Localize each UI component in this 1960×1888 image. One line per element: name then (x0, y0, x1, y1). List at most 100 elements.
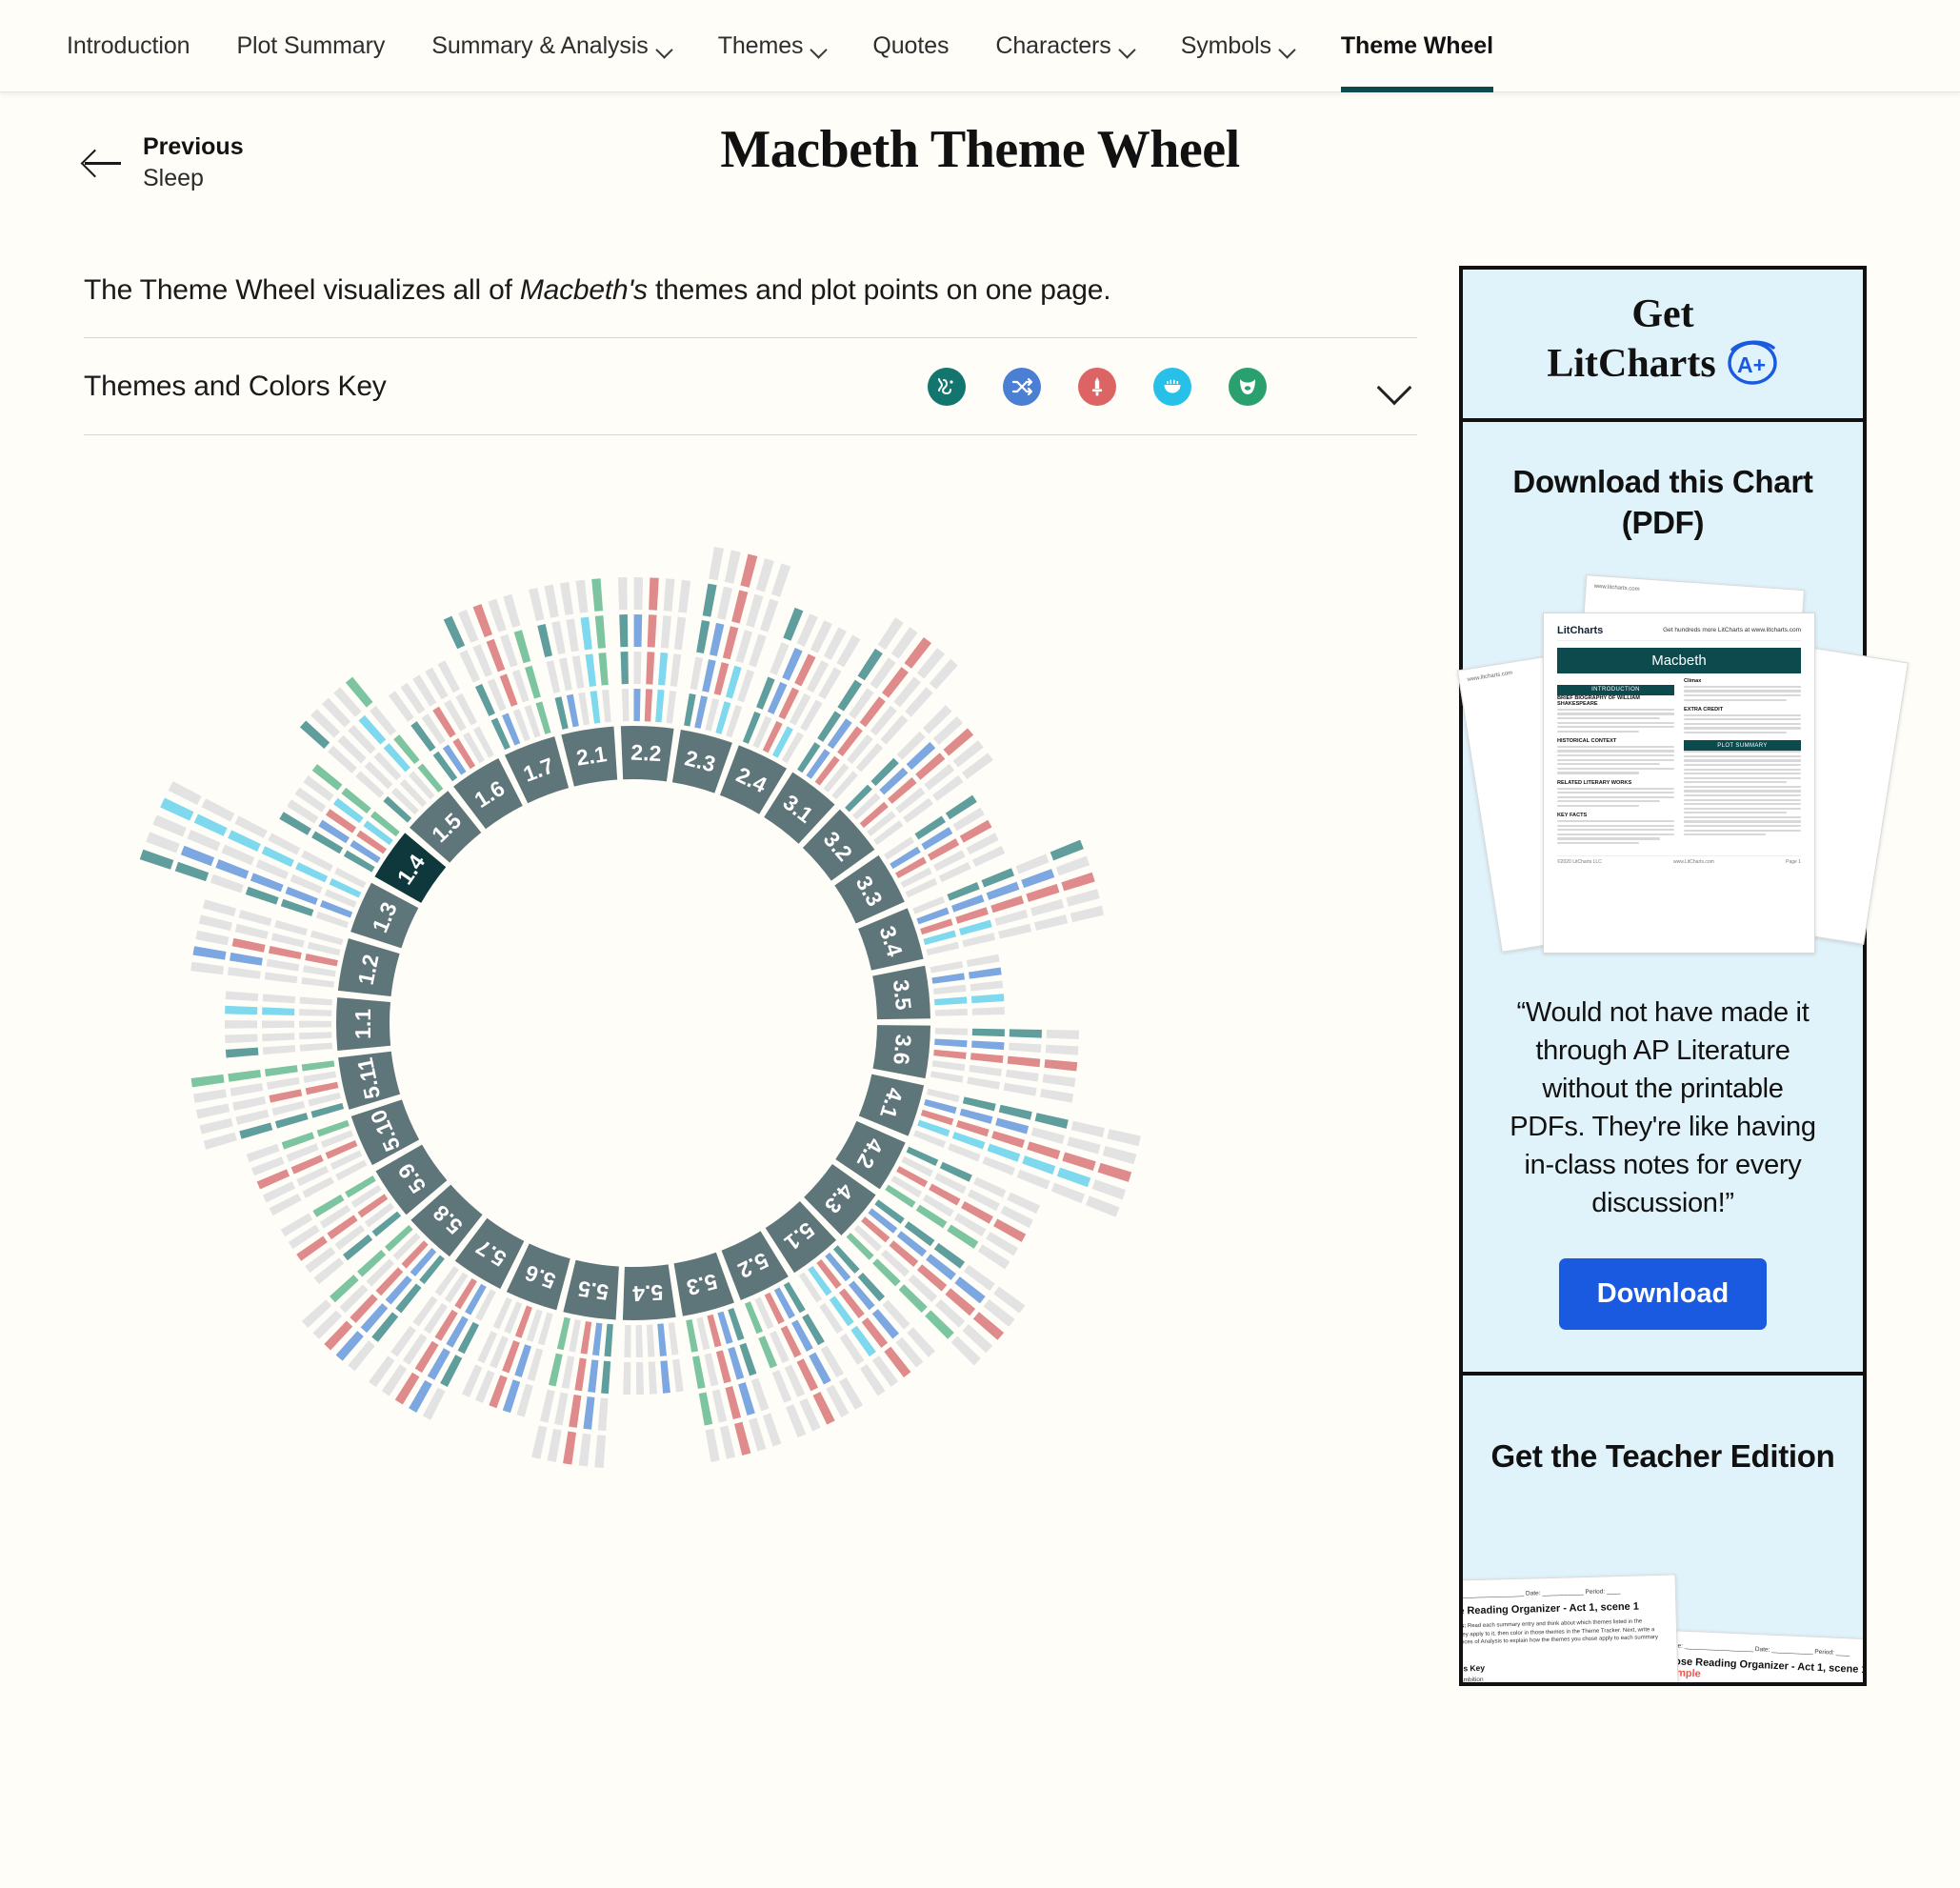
snake-icon[interactable] (928, 367, 966, 406)
wheel-cell-empty (930, 960, 964, 974)
wheel-scene-5.4[interactable]: 5.4 (622, 1264, 684, 1395)
theme-wheel-chart[interactable]: 1.1 1.2 1.3 1.4 1.5 1.6 1.7 2.1 2.2 2.3 2.4 3.1 3.2 3… (84, 435, 1417, 1483)
nav-item-summary-analysis[interactable]: Summary & Analysis (431, 0, 670, 92)
wheel-scene-label: 5.5 (576, 1276, 610, 1305)
teacher-directions-text: Read each summary entry and think about … (1459, 1618, 1659, 1647)
wheel-scene-label: 1.1 (350, 1009, 375, 1039)
wheel-cell-empty (225, 1020, 258, 1029)
beard-icon[interactable] (1229, 367, 1267, 406)
wheel-cell-empty (748, 1417, 767, 1452)
chevron-down-icon[interactable] (1373, 365, 1417, 409)
wheel-cell-empty (1086, 1195, 1120, 1217)
wheel-cell-ambition (696, 620, 710, 653)
wheel-cell-empty (230, 1083, 264, 1096)
wheel-cell-empty (190, 961, 225, 975)
teacher-theme-key-row: 2Fate (1459, 1683, 1665, 1686)
pdf-section-intro: INTRODUCTION (1557, 684, 1674, 695)
wheel-cell-ambition (684, 693, 696, 727)
teacher-theme-key-row: 1Ambition (1463, 1670, 1664, 1682)
nav-item-theme-wheel[interactable]: Theme Wheel (1340, 0, 1493, 92)
wheel-cell-empty (749, 633, 767, 668)
wheel-cell-empty (234, 923, 269, 939)
wheel-cell-empty (755, 558, 774, 593)
nav-item-characters[interactable]: Characters (995, 0, 1133, 92)
wheel-cell-empty (666, 691, 677, 724)
wheel-cell-violence (305, 954, 338, 967)
wheel-cell-empty (271, 1100, 306, 1116)
wheel-cell-fate (702, 659, 716, 693)
nav-item-label: Symbols (1180, 31, 1271, 59)
wheel-cell-empty (187, 829, 221, 852)
wheel-cell-empty (516, 1383, 533, 1417)
wheel-cell-empty (724, 550, 741, 584)
wheel-cell-ambition (1009, 1029, 1042, 1038)
wheel-cell-empty (1091, 1179, 1127, 1200)
testimonial-quote: “Would not have made it through AP Liter… (1510, 996, 1816, 1218)
teacher-fields: Name: ____________________ Date: _______… (1459, 1587, 1621, 1599)
wheel-scene-1.5[interactable]: 1.5 (299, 676, 482, 863)
wheel-cell-empty (299, 1042, 333, 1052)
wheel-cell-empty (735, 630, 753, 664)
pdf-footer-mid: www.LitCharts.com (1673, 859, 1714, 866)
pdf-section-plot: PLOT SUMMARY (1684, 740, 1801, 752)
wheel-cell-empty (1005, 1069, 1039, 1082)
download-button[interactable]: Download (1558, 1257, 1768, 1330)
theme-wheel-svg[interactable]: 1.11.21.31.41.51.61.7 2.1 2.2 2.32.43.13.23… (84, 435, 1417, 1483)
teacher-edition-promo[interactable]: Get the Teacher Edition Name: __________… (1459, 1371, 1867, 1686)
wheel-cell-empty (934, 1008, 968, 1016)
wheel-cell-violence (574, 1357, 587, 1392)
wheel-cell-violence (713, 662, 730, 695)
wheel-cell-fate (180, 845, 215, 867)
nav-item-quotes[interactable]: Quotes (872, 0, 949, 92)
wheel-cell-empty (716, 586, 733, 620)
pdf-sub-keyfacts: KEY FACTS (1557, 813, 1588, 819)
wheel-cell-empty (299, 996, 332, 1006)
wheel-cell-violence (731, 590, 749, 624)
themes-colors-key-row[interactable]: Themes and Colors Key (84, 338, 1417, 434)
main-navigation: Introduction Plot Summary Summary & Analys… (0, 0, 1960, 92)
wheel-cell-ambition (310, 1102, 345, 1118)
wheel-cell-empty (1067, 1136, 1101, 1155)
wheel-cell-empty (737, 669, 754, 703)
wheel-cell-empty (594, 1435, 606, 1468)
nav-item-label: Quotes (872, 31, 950, 59)
main-column: The Theme Wheel visualizes all of Macbet… (84, 259, 1417, 1686)
page-title: Macbeth Theme Wheel (720, 120, 1240, 179)
shuffle-icon[interactable] (1003, 367, 1041, 406)
wheel-cell-empty (994, 909, 1029, 926)
wheel-scene-5.8[interactable]: 5.8 (302, 1184, 483, 1372)
wheel-cell-empty (198, 914, 232, 932)
wheel-cell-violence (268, 945, 302, 960)
wheel-cell-manhood (301, 1060, 335, 1072)
wheel-scene-label: 2.2 (630, 740, 662, 766)
wheel-cell-violence (933, 1049, 967, 1059)
wheel-cell-nature-and-the-unnatural (225, 1005, 258, 1015)
wheel-cell-ambition (1050, 839, 1084, 861)
cauldron-icon[interactable] (1153, 367, 1191, 406)
wheel-cell-empty (1070, 905, 1105, 923)
get-litcharts-promo[interactable]: Get LitCharts A+ (1459, 266, 1867, 418)
wheel-cell-manhood (691, 1356, 706, 1390)
nav-item-plot-summary[interactable]: Plot Summary (236, 0, 385, 92)
wheel-cell-empty (635, 1361, 645, 1395)
wheel-cell-empty (303, 965, 336, 977)
nav-item-themes[interactable]: Themes (718, 0, 827, 92)
wheel-cell-violence (1026, 883, 1060, 902)
wheel-cell-empty (1107, 1129, 1141, 1147)
wheel-cell-empty (262, 1033, 295, 1042)
nav-item-introduction[interactable]: Introduction (67, 0, 190, 92)
nav-item-symbols[interactable]: Symbols (1181, 0, 1294, 92)
wheel-cell-empty (575, 579, 589, 613)
download-chart-promo[interactable]: Download this Chart (PDF) www.litcharts.… (1457, 418, 1909, 1372)
wheel-cell-empty (299, 1032, 332, 1040)
pdf-meta: Get hundreds more LitCharts at www.litch… (1663, 627, 1801, 634)
wheel-cell-empty (930, 1071, 964, 1083)
dagger-icon[interactable] (1078, 367, 1116, 406)
wheel-cell-empty (225, 991, 259, 1002)
wheel-scene-label: 3.6 (889, 1034, 916, 1066)
wheel-cell-empty (262, 994, 296, 1004)
wheel-scene-1.1[interactable]: 1.1 (225, 991, 391, 1058)
nav-item-label: Themes (717, 31, 804, 59)
wheel-cell-fate (657, 1323, 668, 1356)
wheel-cell-fate (566, 693, 579, 728)
